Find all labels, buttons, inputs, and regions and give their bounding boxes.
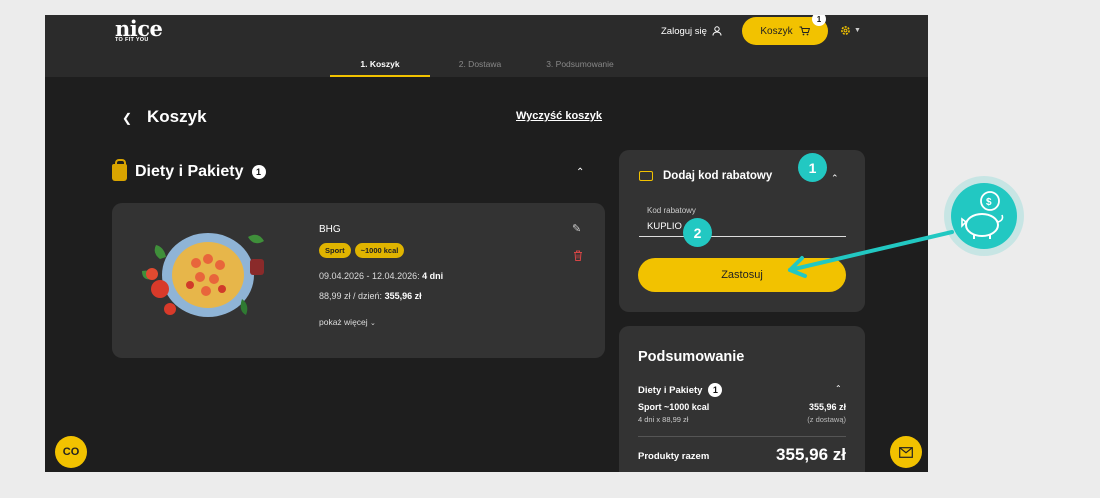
chevron-down-icon: ⌄ [370, 320, 376, 327]
coupon-panel: Dodaj kod rabatowy ⌃ Kod rabatowy Zastos… [619, 150, 865, 312]
coupon-title: Dodaj kod rabatowy [663, 170, 773, 182]
trash-icon[interactable] [573, 250, 583, 261]
products-total-value: 355,96 zł [776, 445, 846, 464]
step-marker-2: 2 [683, 218, 712, 247]
section-title: Diety i Pakiety [135, 163, 244, 180]
mail-icon [899, 446, 913, 458]
back-arrow-icon[interactable]: ❮ [122, 111, 132, 125]
coupon-field-label: Kod rabatowy [647, 206, 696, 215]
svg-text:$: $ [986, 197, 992, 208]
order-summary-panel: Podsumowanie Diety i Pakiety 1 ⌃ Sport ~… [619, 326, 865, 472]
section-count-badge: 1 [251, 165, 266, 179]
cart-icon [799, 26, 810, 36]
days-count: 4 dni [422, 271, 444, 281]
gear-icon [841, 26, 850, 35]
checkout-screen: nice TO FIT YOU Zaloguj się Koszyk 1 ▼ 1… [45, 15, 928, 472]
cart-label: Koszyk [760, 25, 793, 37]
chevron-up-icon[interactable]: ⌃ [576, 167, 584, 178]
float-left-label: CO [62, 446, 80, 458]
tag-kcal: ~1000 kcal [354, 243, 405, 258]
floating-button-left[interactable]: CO [55, 436, 87, 468]
step-delivery[interactable]: 2. Dostawa [430, 55, 530, 77]
summary-group[interactable]: Diety i Pakiety 1 [638, 383, 723, 397]
coupon-header[interactable]: Dodaj kod rabatowy [639, 170, 772, 182]
product-tags: Sport ~1000 kcal [319, 243, 405, 258]
login-label: Zaloguj się [661, 25, 707, 37]
login-link[interactable]: Zaloguj się [661, 24, 722, 38]
chevron-up-icon[interactable]: ⌃ [835, 384, 842, 393]
summary-title: Podsumowanie [638, 349, 745, 365]
price-per-day: 88,99 zł / dzień: [319, 291, 383, 301]
settings-menu[interactable]: ▼ [840, 25, 861, 36]
product-name: BHG [319, 224, 341, 235]
clear-cart-link[interactable]: Wyczyść koszyk [516, 110, 602, 122]
summary-group-label: Diety i Pakiety [638, 384, 703, 396]
apply-coupon-button[interactable]: Zastosuj [638, 258, 846, 292]
shopping-bag-icon [112, 158, 127, 181]
checkout-steps: 1. Koszyk 2. Dostawa 3. Podsumowanie [330, 55, 630, 77]
top-bar: nice TO FIT YOU Zaloguj się Koszyk 1 ▼ 1… [45, 15, 928, 77]
show-more-link[interactable]: pokaż więcej ⌄ [319, 317, 376, 327]
page-title: Koszyk [147, 107, 207, 126]
edit-icon[interactable]: ✎ [572, 222, 581, 235]
summary-item-detail: 4 dni x 88,99 zł [638, 415, 689, 424]
logo[interactable]: nice TO FIT YOU [115, 18, 163, 44]
summary-item-note: (z dostawą) [807, 415, 846, 424]
product-dates: 09.04.2026 - 12.04.2026: 4 dni [319, 271, 443, 281]
product-price: 88,99 zł / dzień: 355,96 zł [319, 291, 422, 301]
show-more-label: pokaż więcej [319, 317, 368, 327]
piggy-bank-icon: $ [944, 176, 1024, 256]
summary-group-count: 1 [708, 383, 723, 397]
chevron-down-icon: ▼ [854, 27, 861, 34]
step-cart[interactable]: 1. Koszyk [330, 55, 430, 77]
ticket-icon [639, 171, 653, 181]
summary-item-price: 355,96 zł [808, 402, 846, 412]
products-total-label: Produkty razem [638, 451, 710, 462]
step-summary[interactable]: 3. Podsumowanie [530, 55, 630, 77]
cart-item-card: BHG Sport ~1000 kcal 09.04.2026 - 12.04.… [112, 203, 605, 358]
contact-button[interactable] [890, 436, 922, 468]
tag-sport: Sport [319, 243, 351, 258]
product-total: 355,96 zł [384, 291, 422, 301]
divider [638, 436, 846, 437]
chevron-up-icon[interactable]: ⌃ [831, 173, 839, 184]
date-range: 09.04.2026 - 12.04.2026: [319, 271, 420, 281]
summary-item-name: Sport ~1000 kcal [638, 402, 710, 412]
user-icon [712, 26, 722, 36]
step-marker-1: 1 [798, 153, 827, 182]
meal-image [142, 233, 264, 317]
coupon-code-input[interactable] [639, 217, 846, 237]
cart-section-header: Diety i Pakiety 1 [112, 158, 266, 181]
